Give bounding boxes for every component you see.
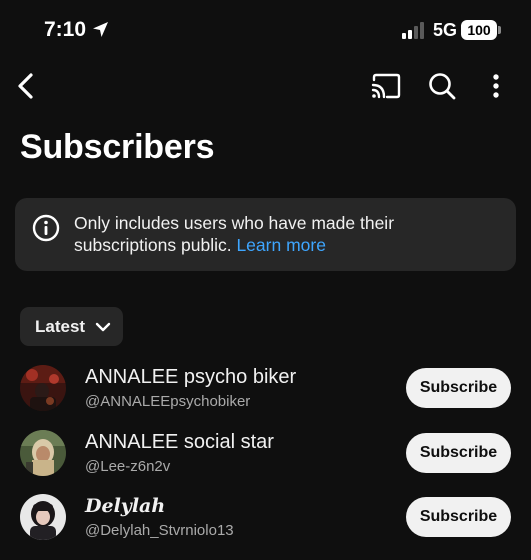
battery-level: 100 xyxy=(467,22,491,38)
info-icon xyxy=(32,214,60,242)
info-text: Only includes users who have made their … xyxy=(74,212,494,256)
cellular-signal-icon xyxy=(402,22,424,39)
status-time: 7:10 xyxy=(44,18,87,41)
list-item[interactable]: ANNALEE social star @Lee-z6n2v Subscribe xyxy=(0,423,531,483)
subscriber-handle: @Lee-z6n2v xyxy=(85,458,171,475)
avatar-image xyxy=(20,365,66,411)
info-message: Only includes users who have made their … xyxy=(74,213,395,255)
sort-selected-label: Latest xyxy=(35,316,86,336)
more-options-button[interactable] xyxy=(482,70,510,102)
status-bar: 7:10 5G 100 xyxy=(0,0,531,60)
subscriber-handle: @ANNALEEpsychobiker xyxy=(85,393,251,410)
top-nav xyxy=(0,60,531,112)
subscriber-name[interactable]: Delylah xyxy=(85,495,165,517)
back-arrow-icon xyxy=(18,73,33,99)
avatar-image xyxy=(20,430,66,476)
subscribe-button[interactable]: Subscribe xyxy=(406,497,511,537)
subscriber-handle: @Delylah_Stvrniolo13 xyxy=(85,522,234,539)
battery-icon: 100 xyxy=(461,20,501,40)
subscribe-button[interactable]: Subscribe xyxy=(406,368,511,408)
avatar[interactable] xyxy=(20,365,66,411)
avatar[interactable] xyxy=(20,494,66,540)
search-icon xyxy=(429,73,456,100)
list-item[interactable]: ANNALEE psycho biker @ANNALEEpsychobiker… xyxy=(0,358,531,418)
cast-icon xyxy=(371,73,401,99)
page-title: Subscribers xyxy=(20,128,215,166)
network-label: 5G xyxy=(433,20,458,40)
sort-dropdown[interactable]: Latest xyxy=(20,307,123,346)
more-vertical-icon xyxy=(493,74,499,98)
subscribe-button[interactable]: Subscribe xyxy=(406,433,511,473)
subscriber-name[interactable]: ANNALEE psycho biker xyxy=(85,366,296,389)
subscriber-name[interactable]: ANNALEE social star xyxy=(85,431,274,454)
chevron-down-icon xyxy=(95,322,111,331)
cast-button[interactable] xyxy=(368,70,404,102)
learn-more-link[interactable]: Learn more xyxy=(236,235,326,255)
list-item[interactable]: Delylah @Delylah_Stvrniolo13 Subscribe xyxy=(0,487,531,547)
info-banner: Only includes users who have made their … xyxy=(15,198,516,271)
avatar-image xyxy=(20,494,66,540)
back-button[interactable] xyxy=(10,70,40,102)
avatar[interactable] xyxy=(20,430,66,476)
search-button[interactable] xyxy=(424,70,460,102)
location-arrow-icon xyxy=(93,22,108,37)
